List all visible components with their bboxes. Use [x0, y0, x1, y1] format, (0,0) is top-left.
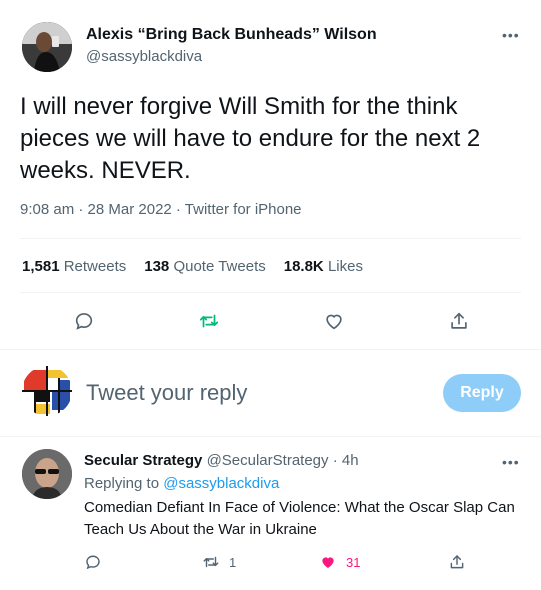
author-handle[interactable]: @sassyblackdiva: [86, 48, 202, 65]
user-avatar[interactable]: [22, 366, 72, 416]
reply-icon: [86, 555, 100, 570]
reply-share-button[interactable]: [448, 549, 466, 575]
quote-tweets-stat[interactable]: 138 Quote Tweets: [144, 258, 265, 275]
share-icon[interactable]: [444, 306, 474, 336]
replying-mention[interactable]: @sassyblackdiva: [163, 475, 279, 492]
reply-retweet-count: 1: [229, 554, 237, 570]
divider: [20, 292, 521, 293]
reply-icon[interactable]: [69, 306, 99, 336]
reply-author-handle[interactable]: @SecularStrategy: [207, 452, 329, 469]
liked-heart-icon: [322, 557, 334, 568]
tweet-meta: 9:08 am · 28 Mar 2022 · Twitter for iPho…: [20, 201, 302, 218]
reply-input[interactable]: [86, 380, 406, 406]
reply-time[interactable]: · 4h: [333, 452, 359, 469]
like-icon[interactable]: [319, 306, 349, 336]
tweet-text: I will never forgive Will Smith for the …: [20, 93, 481, 184]
retweet-icon: [203, 556, 219, 568]
author-name[interactable]: Alexis “Bring Back Bunheads” Wilson: [86, 26, 377, 44]
reply-composer: Reply: [0, 350, 541, 436]
reply-like-button[interactable]: 31: [318, 549, 360, 575]
reply-author-avatar[interactable]: [22, 449, 72, 499]
author-avatar[interactable]: [22, 22, 72, 72]
more-options-icon[interactable]: •••: [502, 28, 520, 42]
more-options-icon[interactable]: •••: [502, 455, 520, 469]
reply-header: Secular Strategy @SecularStrategy · 4h: [84, 452, 359, 469]
tweet-actions: [0, 306, 541, 336]
share-icon: [450, 555, 464, 569]
retweets-stat[interactable]: 1,581 Retweets: [22, 258, 126, 275]
tweet-stats: 1,581 Retweets 138 Quote Tweets 18.8K Like…: [22, 258, 363, 275]
reply-actions: 1 31: [0, 549, 541, 575]
reply-tweet[interactable]: Secular Strategy @SecularStrategy · 4h •…: [0, 437, 541, 590]
divider: [20, 238, 521, 239]
reply-button[interactable]: Reply: [443, 374, 521, 412]
likes-stat[interactable]: 18.8K Likes: [284, 258, 363, 275]
retweet-icon[interactable]: [194, 306, 224, 336]
reply-retweet-button[interactable]: 1: [201, 549, 236, 575]
reply-reply-button[interactable]: [84, 549, 102, 575]
replying-label: Replying to: [84, 475, 160, 492]
reply-like-count: 31: [346, 554, 361, 570]
replying-to: Replying to @sassyblackdiva: [84, 475, 279, 492]
reply-text: Comedian Defiant In Face of Violence: Wh…: [84, 499, 515, 538]
reply-author-name[interactable]: Secular Strategy: [84, 452, 202, 469]
